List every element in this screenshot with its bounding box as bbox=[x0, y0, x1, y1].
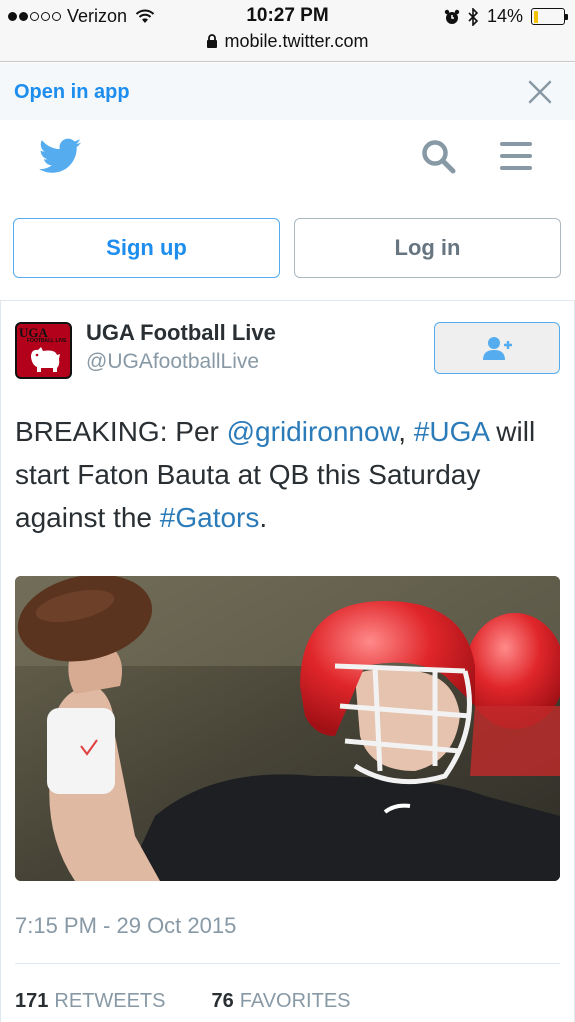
top-nav bbox=[0, 120, 575, 200]
url-bar[interactable]: mobile.twitter.com bbox=[0, 31, 575, 52]
tweet-stats: 171 RETWEETS 76 FAVORITES bbox=[15, 990, 351, 1013]
retweets-stat[interactable]: 171 RETWEETS bbox=[15, 990, 166, 1013]
search-icon[interactable] bbox=[420, 138, 458, 176]
close-icon[interactable] bbox=[527, 79, 553, 105]
battery-icon bbox=[531, 8, 568, 25]
menu-icon[interactable] bbox=[500, 142, 532, 178]
tweet-text-part: . bbox=[259, 502, 268, 533]
bulldog-logo-icon bbox=[31, 347, 60, 372]
battery-level bbox=[533, 10, 538, 23]
quarterback-photo bbox=[15, 576, 560, 881]
tweet-text-part: , bbox=[398, 416, 414, 447]
favorites-label: FAVORITES bbox=[239, 990, 351, 1012]
divider bbox=[15, 963, 560, 964]
log-in-button[interactable]: Log in bbox=[294, 218, 561, 278]
hashtag-link-gators[interactable]: #Gators bbox=[160, 502, 260, 533]
lock-icon bbox=[207, 34, 218, 48]
battery-percent: 14% bbox=[486, 6, 523, 26]
sign-up-button[interactable]: Sign up bbox=[13, 218, 280, 278]
favorites-stat[interactable]: 76 FAVORITES bbox=[212, 990, 351, 1013]
open-in-app-banner: Open in app bbox=[0, 63, 575, 120]
alarm-icon bbox=[444, 9, 460, 24]
bluetooth-icon bbox=[468, 7, 479, 26]
retweets-label: RETWEETS bbox=[54, 990, 166, 1012]
twitter-bird-icon[interactable] bbox=[39, 138, 81, 174]
tweet-timestamp[interactable]: 7:15 PM - 29 Oct 2015 bbox=[15, 913, 236, 939]
tweet-author-handle[interactable]: @UGAfootballLive bbox=[86, 350, 259, 374]
status-icons: 14% bbox=[444, 6, 568, 27]
follow-user-icon bbox=[483, 337, 512, 360]
open-in-app-link[interactable]: Open in app bbox=[14, 81, 130, 104]
tweet-text: BREAKING: Per @gridironnow, #UGA will st… bbox=[15, 410, 565, 539]
tweet-author-name[interactable]: UGA Football Live bbox=[86, 320, 276, 346]
follow-button[interactable] bbox=[434, 322, 560, 374]
favorites-count: 76 bbox=[211, 990, 234, 1012]
retweets-count: 171 bbox=[15, 990, 49, 1012]
hashtag-link-uga[interactable]: #UGA bbox=[414, 416, 489, 447]
tweet-photo[interactable] bbox=[15, 576, 560, 881]
url-text: mobile.twitter.com bbox=[224, 31, 369, 51]
tweet-text-part: BREAKING: Per bbox=[15, 416, 227, 447]
status-bar: Verizon 10:27 PM 14% mobile.twitter.com bbox=[0, 0, 575, 62]
avatar[interactable]: UGA FOOTBALL LIVE bbox=[15, 322, 72, 379]
mention-link[interactable]: @gridironnow bbox=[227, 416, 399, 447]
